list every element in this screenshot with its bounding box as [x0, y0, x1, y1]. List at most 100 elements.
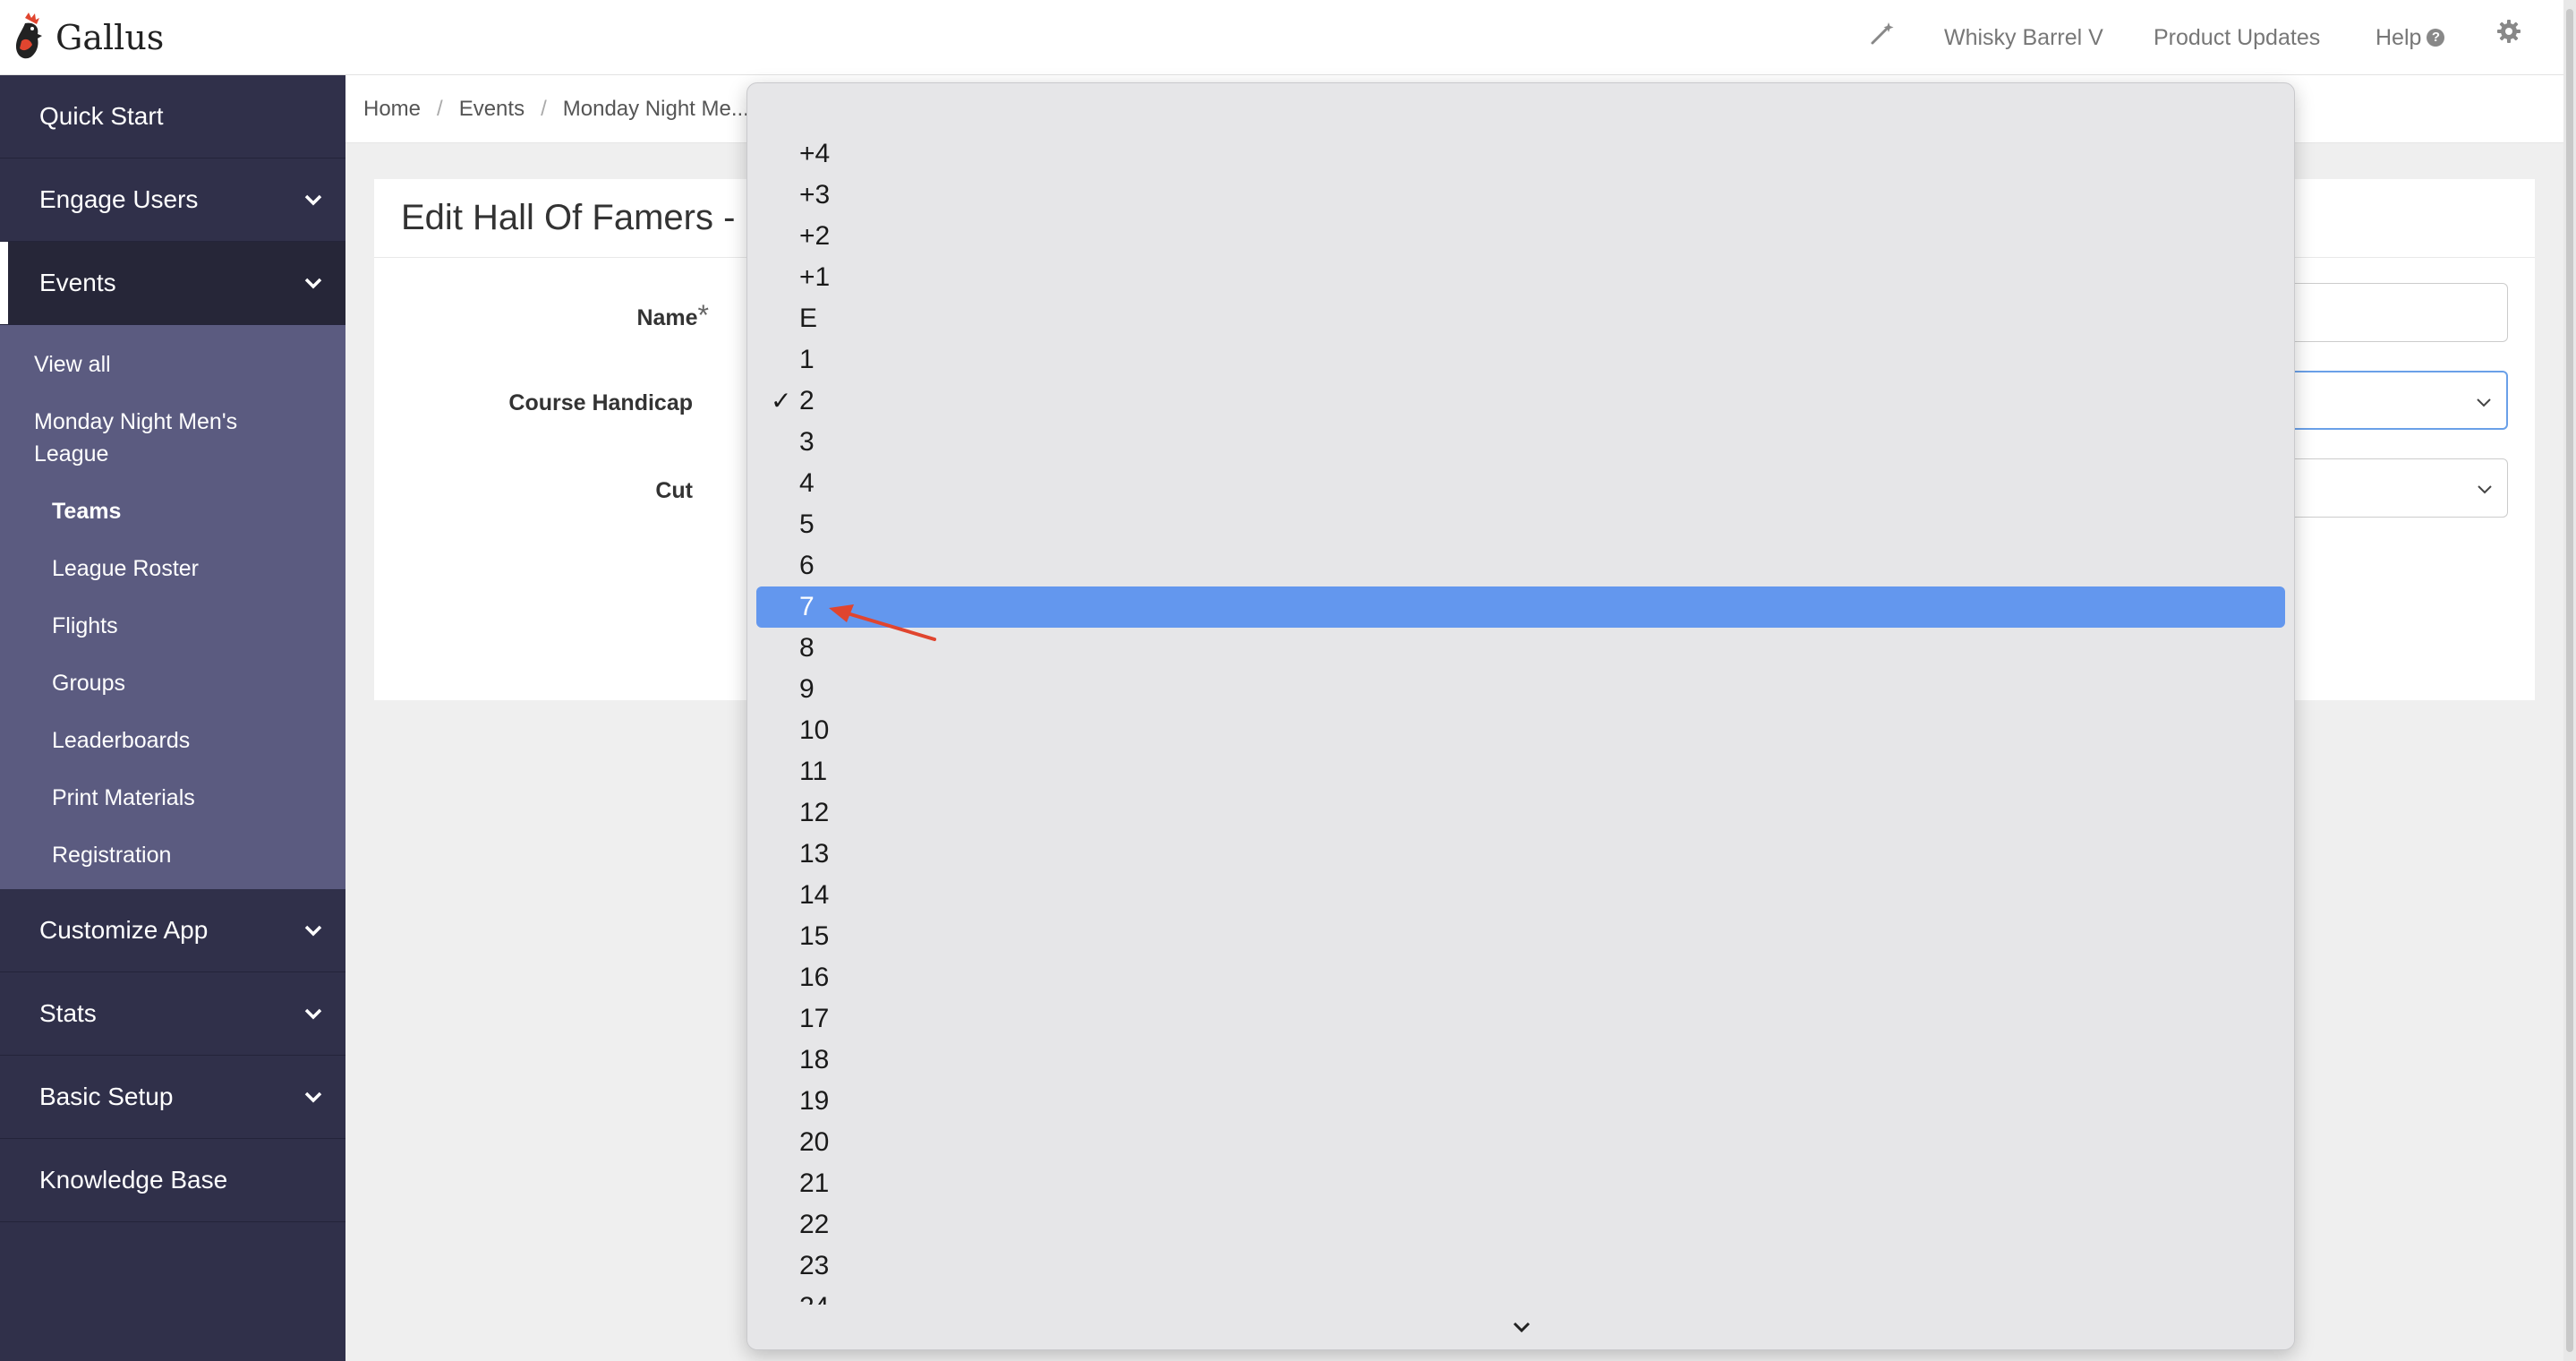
dropdown-option-label: 9 — [799, 674, 815, 704]
dropdown-option[interactable]: 23 — [756, 1245, 2285, 1287]
logo[interactable]: Gallus — [13, 11, 164, 64]
help-link[interactable]: Help ? — [2376, 0, 2445, 75]
dropdown-option-label: 10 — [799, 715, 830, 745]
cut-label: Cut — [655, 478, 693, 503]
dropdown-option-label: 4 — [799, 468, 815, 498]
dropdown-option[interactable]: 16 — [756, 957, 2285, 998]
dropdown-option-label: 5 — [799, 509, 815, 539]
breadcrumb-events[interactable]: Events — [459, 97, 525, 122]
submenu-registration[interactable]: Registration — [0, 826, 345, 884]
sidebar-item-events[interactable]: Events — [0, 242, 345, 325]
course-handicap-select[interactable] — [2273, 371, 2508, 430]
sidebar-item-engage-users[interactable]: Engage Users — [0, 158, 345, 242]
sidebar-item-knowledge-base[interactable]: Knowledge Base — [0, 1139, 345, 1222]
dropdown-option[interactable]: 12 — [756, 792, 2285, 834]
org-switcher[interactable]: Whisky Barrel V — [1944, 0, 2103, 75]
rooster-logo-icon — [16, 13, 42, 59]
dropdown-option[interactable]: 20 — [756, 1122, 2285, 1163]
dropdown-option[interactable]: 3 — [756, 422, 2285, 463]
page-scrollbar[interactable] — [2563, 0, 2576, 1361]
submenu-league[interactable]: Monday Night Men's League — [0, 393, 345, 483]
dropdown-option-label: 6 — [799, 551, 815, 580]
dropdown-option-label: 22 — [799, 1210, 830, 1239]
dropdown-option[interactable]: +1 — [756, 257, 2285, 298]
dropdown-option[interactable]: 11 — [756, 751, 2285, 792]
cut-select[interactable] — [2273, 458, 2508, 518]
dropdown-option-label: 2 — [799, 386, 815, 415]
dropdown-option-label: 1 — [799, 345, 815, 374]
dropdown-option[interactable]: 6 — [756, 545, 2285, 586]
submenu-league-roster[interactable]: League Roster — [0, 540, 345, 597]
dropdown-option[interactable]: 7 — [756, 586, 2285, 628]
breadcrumb-separator: / — [541, 96, 547, 121]
gear-icon[interactable] — [2495, 18, 2522, 45]
checkmark-icon: ✓ — [771, 387, 792, 415]
name-label: Name* — [636, 299, 709, 331]
breadcrumb-league[interactable]: Monday Night Me... — [563, 97, 749, 122]
dropdown-option-label: 7 — [799, 592, 815, 621]
dropdown-option[interactable]: 21 — [756, 1163, 2285, 1204]
sidebar-item-label: Basic Setup — [39, 1083, 174, 1110]
dropdown-option[interactable]: 4 — [756, 463, 2285, 504]
dropdown-option[interactable]: 9 — [756, 669, 2285, 710]
dropdown-option-label: E — [799, 304, 818, 333]
dropdown-option-label: 17 — [799, 1004, 830, 1033]
dropdown-option-label: +1 — [799, 262, 831, 292]
sidebar-item-label: Knowledge Base — [39, 1166, 228, 1194]
sidebar-item-stats[interactable]: Stats — [0, 972, 345, 1056]
dropdown-option-label: +3 — [799, 180, 831, 210]
dropdown-option[interactable]: 5 — [756, 504, 2285, 545]
dropdown-option[interactable]: 19 — [756, 1081, 2285, 1122]
submenu-view-all[interactable]: View all — [0, 336, 345, 393]
chevron-down-icon[interactable] — [1510, 1315, 1533, 1339]
breadcrumb-home[interactable]: Home — [363, 97, 421, 122]
events-submenu: View all Monday Night Men's League Teams… — [0, 325, 345, 889]
sidebar-item-label: Events — [39, 269, 116, 296]
sidebar: Quick Start Engage Users Events View all… — [0, 75, 345, 1361]
dropdown-option[interactable]: 22 — [756, 1204, 2285, 1245]
chevron-down-icon — [2478, 485, 2492, 494]
dropdown-option[interactable]: E — [756, 298, 2285, 339]
sidebar-item-customize-app[interactable]: Customize App — [0, 889, 345, 972]
dropdown-option[interactable]: 18 — [756, 1040, 2285, 1081]
dropdown-option[interactable]: 1 — [756, 339, 2285, 381]
dropdown-option[interactable]: 8 — [756, 628, 2285, 669]
dropdown-option-label: 20 — [799, 1127, 830, 1157]
submenu-flights[interactable]: Flights — [0, 597, 345, 655]
dropdown-option-label: 21 — [799, 1168, 830, 1198]
dropdown-option-label: 23 — [799, 1251, 830, 1280]
dropdown-option-label: +4 — [799, 139, 831, 168]
dropdown-option[interactable]: 10 — [756, 710, 2285, 751]
dropdown-option-label: 3 — [799, 427, 815, 457]
help-label: Help — [2376, 24, 2422, 50]
sidebar-item-label: Engage Users — [39, 185, 199, 213]
chevron-down-icon — [2477, 398, 2491, 407]
magic-wand-icon[interactable] — [1867, 20, 1896, 48]
dropdown-option[interactable]: 14 — [756, 875, 2285, 916]
dropdown-option-label: 12 — [799, 798, 830, 827]
dropdown-option[interactable]: +2 — [756, 216, 2285, 257]
submenu-print-materials[interactable]: Print Materials — [0, 769, 345, 826]
scrollbar-thumb[interactable] — [2566, 9, 2573, 1352]
logo-text: Gallus — [55, 18, 165, 57]
dropdown-option[interactable]: +3 — [756, 175, 2285, 216]
dropdown-option[interactable]: +4 — [756, 133, 2285, 175]
chevron-down-icon — [304, 1091, 322, 1103]
dropdown-option[interactable]: 17 — [756, 998, 2285, 1040]
dropdown-option[interactable]: 13 — [756, 834, 2285, 875]
name-input[interactable] — [2273, 283, 2508, 342]
submenu-groups[interactable]: Groups — [0, 655, 345, 712]
submenu-leaderboards[interactable]: Leaderboards — [0, 712, 345, 769]
product-updates-link[interactable]: Product Updates — [2154, 0, 2320, 75]
sidebar-item-label: Customize App — [39, 916, 209, 944]
dropdown-option-label: 13 — [799, 839, 830, 869]
dropdown-option-label: 14 — [799, 880, 830, 910]
dropdown-option[interactable]: ✓ 2 — [756, 381, 2285, 422]
submenu-teams[interactable]: Teams — [0, 483, 345, 540]
sidebar-item-basic-setup[interactable]: Basic Setup — [0, 1056, 345, 1139]
course-handicap-label: Course Handicap — [508, 390, 693, 415]
sidebar-item-quick-start[interactable]: Quick Start — [0, 75, 345, 158]
course-handicap-dropdown: +4 +3 +2 +1 E 1 ✓ 2 3 4 5 6 7 8 9 10 11 12 13 14 15 16 17 18 19 2… — [746, 82, 2295, 1350]
dropdown-option-label: 16 — [799, 963, 830, 992]
dropdown-option[interactable]: 15 — [756, 916, 2285, 957]
